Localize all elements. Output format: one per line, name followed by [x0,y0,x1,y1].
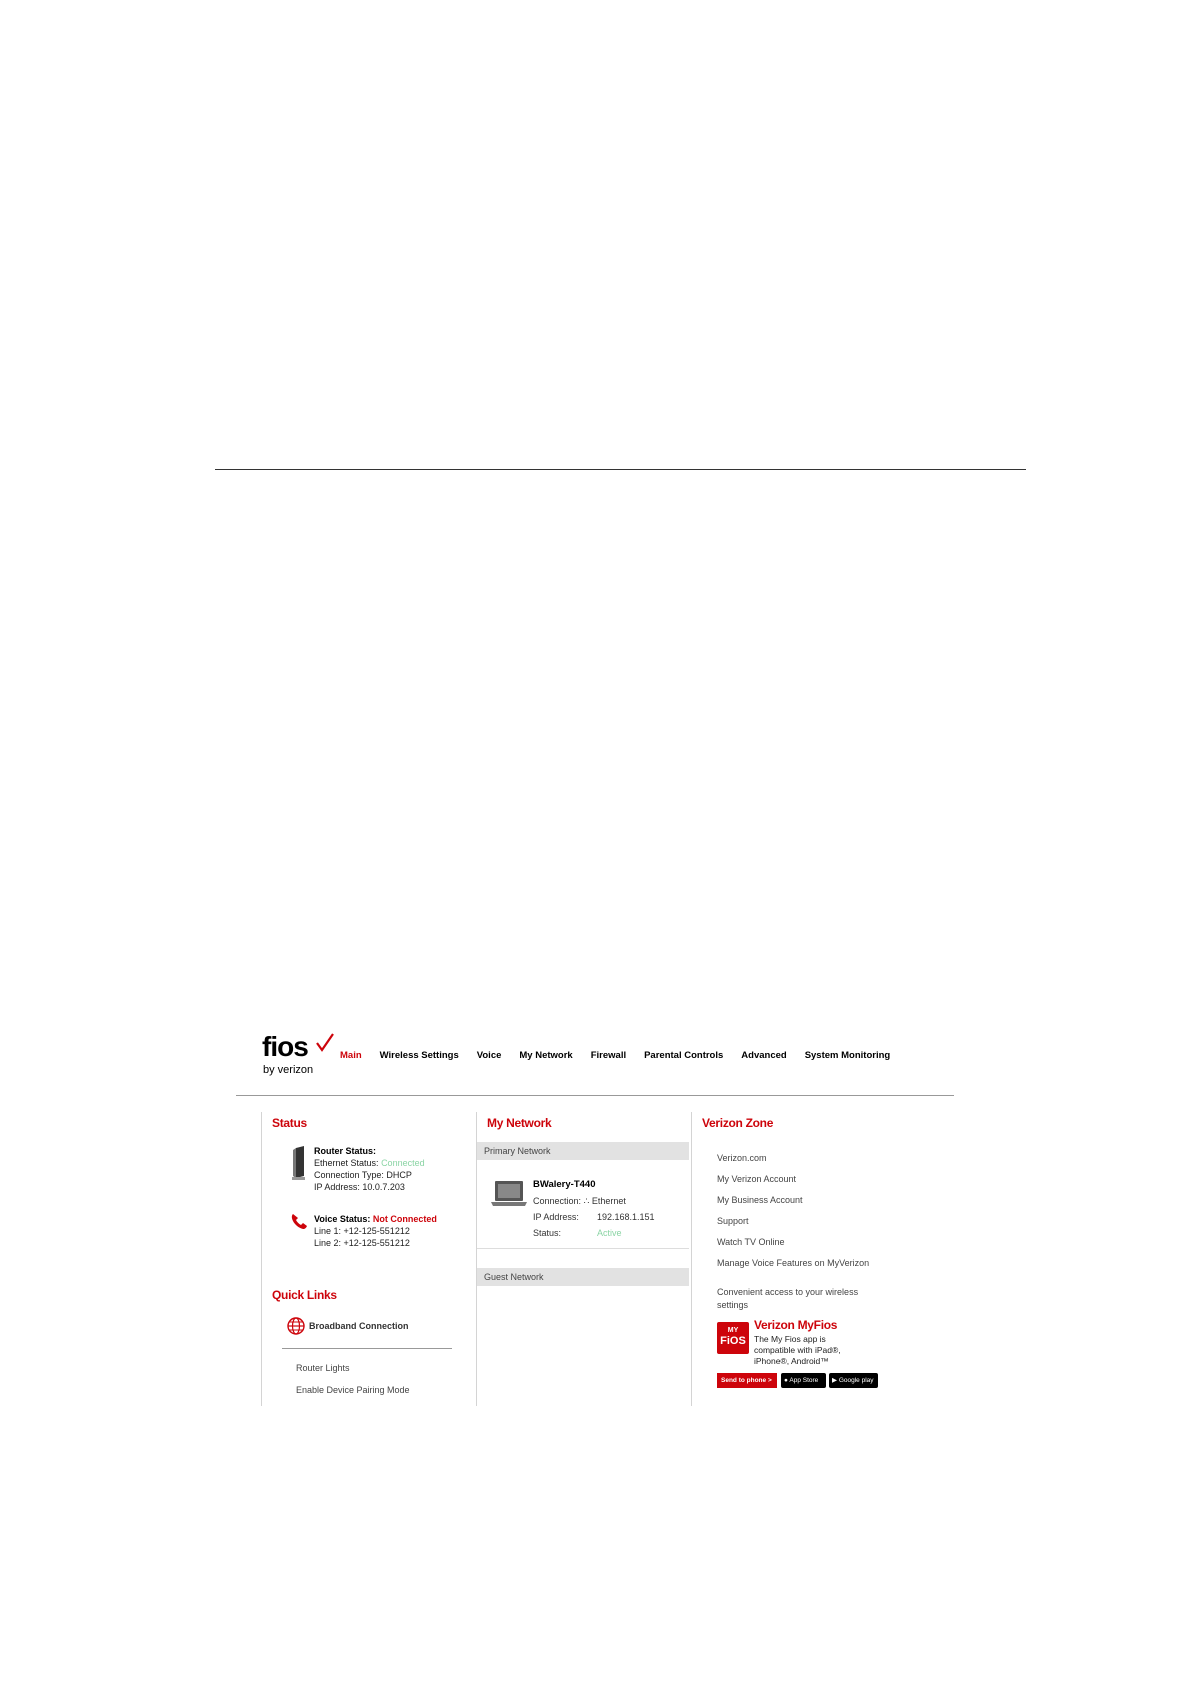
router-icon [292,1146,305,1180]
app-store-button[interactable]: ● App Store [781,1373,826,1388]
device-status-value: Active [597,1228,622,1238]
manage-voice-features-link[interactable]: Manage Voice Features on MyVerizon [717,1258,869,1268]
header-divider [236,1095,954,1096]
watch-tv-online-link[interactable]: Watch TV Online [717,1237,785,1247]
status-title: Status [272,1116,307,1130]
voice-status-value: Not Connected [372,1214,437,1224]
router-ip-address: IP Address: 10.0.7.203 [314,1182,405,1192]
my-business-account-link[interactable]: My Business Account [717,1195,803,1205]
laptop-icon [491,1181,527,1206]
main-nav: Main Wireless Settings Voice My Network … [340,1050,908,1061]
device-connection-label: Connection: [533,1196,582,1206]
router-status-block: Router Status: Ethernet Status: Connecte… [314,1145,425,1193]
myfios-app-icon: MY FiOS [717,1322,749,1354]
status-panel: Status Router Status: Ethernet Status: C… [261,1112,474,1406]
app-store-label: App Store [789,1377,819,1384]
verizon-myfios-title: Verizon MyFios [754,1318,838,1332]
voice-status-block: Voice Status: Not Connected Line 1: +12-… [314,1213,437,1249]
router-lights-link[interactable]: Router Lights [296,1363,350,1373]
support-link[interactable]: Support [717,1216,749,1226]
convenient-access-text: Convenient access to your wireless setti… [717,1287,859,1310]
nav-advanced[interactable]: Advanced [741,1050,786,1061]
guest-network-header[interactable]: Guest Network [477,1268,689,1286]
device-connection-value: Ethernet [591,1196,626,1206]
myfios-icon-my: MY [727,1327,739,1334]
nav-system-monitoring[interactable]: System Monitoring [805,1050,891,1061]
myfios-app-description: The My Fios app is compatible with iPad®… [754,1334,841,1366]
voice-status-row: Voice Status: Not Connected [314,1213,437,1225]
connection-type: Connection Type: DHCP [314,1170,412,1180]
nav-firewall[interactable]: Firewall [591,1050,626,1061]
ethernet-icon: ∴ [583,1196,590,1206]
verizon-zone-title: Verizon Zone [702,1116,774,1130]
voice-line-2: Line 2: +12-125-551212 [314,1238,410,1248]
voice-status-label: Voice Status: [314,1214,371,1224]
my-verizon-account-link[interactable]: My Verizon Account [717,1174,796,1184]
phone-icon [291,1214,307,1229]
nav-wireless-settings[interactable]: Wireless Settings [380,1050,459,1061]
globe-icon [287,1317,305,1335]
device-connection-row: Connection: ∴ Ethernet [533,1196,626,1207]
ethernet-status-label: Ethernet Status: [314,1158,379,1168]
google-play-button[interactable]: ▶ Google play [829,1373,878,1388]
device-name[interactable]: BWalery-T440 [533,1179,595,1190]
send-to-phone-button[interactable]: Send to phone > [717,1373,777,1388]
device-status-row: Status: Active [533,1228,622,1238]
nav-voice[interactable]: Voice [477,1050,502,1061]
device-status-label: Status: [533,1228,562,1238]
device-ip-label: IP Address: [533,1212,579,1222]
device-ip-value: 192.168.1.151 [597,1212,655,1222]
ethernet-status-row: Ethernet Status: Connected [314,1157,425,1169]
myfios-icon-fios: FiOS [720,1335,746,1347]
quick-links-divider [282,1348,452,1349]
router-status-label: Router Status: [314,1146,377,1156]
page-divider-line [215,469,1026,470]
verizon-com-link[interactable]: Verizon.com [717,1153,767,1163]
ethernet-status-value: Connected [381,1158,425,1168]
nav-my-network[interactable]: My Network [519,1050,572,1061]
verizon-check-icon [316,1033,334,1052]
voice-line-1: Line 1: +12-125-551212 [314,1226,410,1236]
header: fios by verizon Main Wireless Settings V… [236,1031,956,1096]
nav-main[interactable]: Main [340,1050,362,1061]
play-icon: ▶ [832,1377,837,1384]
primary-network-header[interactable]: Primary Network [477,1142,689,1160]
broadband-connection-link[interactable]: Broadband Connection [309,1321,409,1331]
fios-logo[interactable]: fios by verizon [262,1031,340,1082]
my-network-panel: My Network Primary Network BWalery-T440 … [476,1112,689,1406]
google-play-label: Google play [838,1377,874,1384]
logo-subtitle: by verizon [263,1064,314,1076]
apple-icon: ● [784,1377,788,1384]
nav-parental-controls[interactable]: Parental Controls [644,1050,723,1061]
router-web-ui: fios by verizon Main Wireless Settings V… [236,1031,956,1406]
device-box-divider [477,1248,689,1249]
device-ip-row: IP Address: 192.168.1.151 [533,1212,655,1222]
quick-links-title: Quick Links [272,1288,337,1302]
verizon-zone-panel: Verizon Zone Verizon.com My Verizon Acco… [691,1112,922,1406]
my-network-title: My Network [487,1116,552,1130]
logo-wordmark: fios [262,1031,309,1062]
device-pairing-link[interactable]: Enable Device Pairing Mode [296,1385,410,1395]
